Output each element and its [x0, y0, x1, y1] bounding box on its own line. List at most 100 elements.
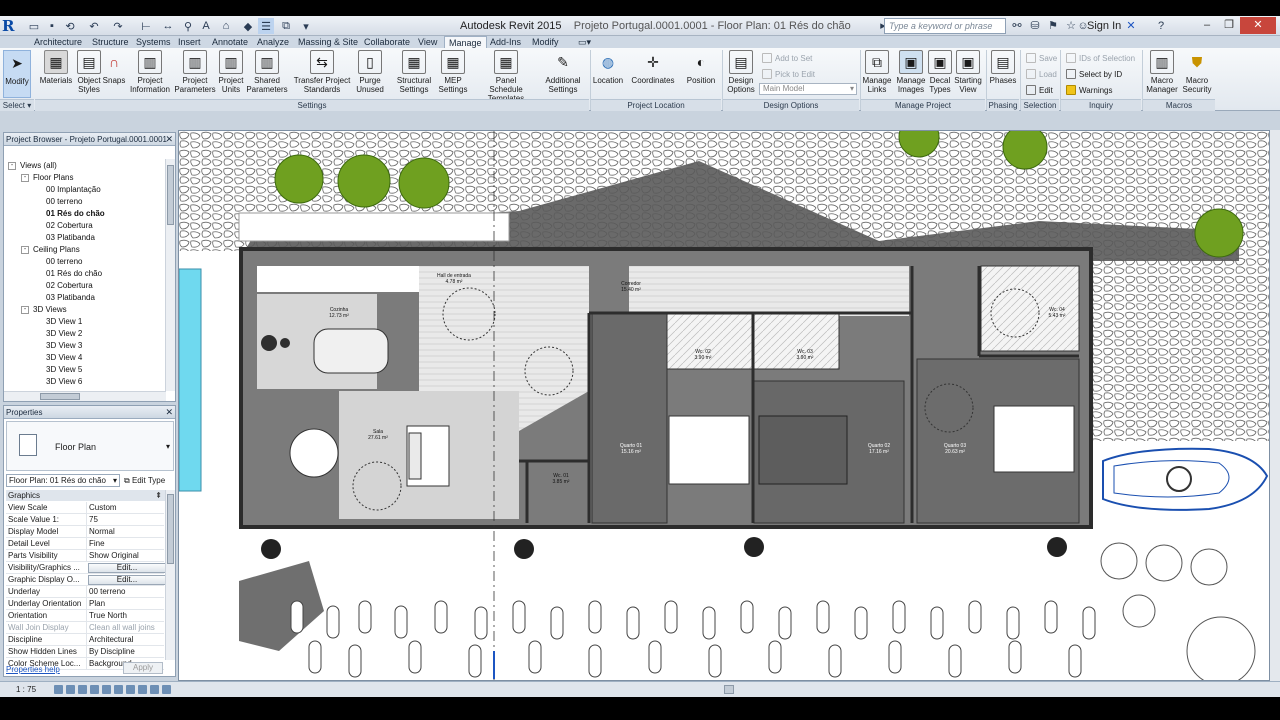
sun-path-icon[interactable] [78, 685, 87, 694]
panel-schedule-templates-button[interactable]: ▦Panel Schedule Templates [478, 50, 534, 103]
tree-item[interactable]: 3D Views [33, 305, 67, 314]
tab-systems[interactable]: Systems [132, 36, 175, 48]
property-value[interactable]: By Discipline [86, 646, 164, 658]
property-value[interactable]: Custom [86, 502, 164, 514]
manage-images-button[interactable]: ▣ Manage Images [894, 50, 928, 94]
additional-settings-button[interactable]: ✎ Additional Settings [542, 50, 584, 95]
section-icon[interactable]: ◆ [240, 18, 256, 34]
search-binoculars-icon[interactable]: ⚯ [1010, 19, 1024, 33]
select-by-id-button[interactable]: Select by ID [1066, 69, 1122, 79]
close-button[interactable]: ✕ [1240, 17, 1276, 34]
minimize-button[interactable]: – [1196, 17, 1218, 34]
phases-button[interactable]: ▤ Phases [988, 50, 1018, 85]
property-value[interactable]: Architectural [86, 634, 164, 646]
highlight-displacement-icon[interactable] [162, 685, 171, 694]
revit-logo-icon[interactable]: R [2, 17, 20, 35]
tree-collapse-icon[interactable]: - [8, 162, 16, 170]
tab-architecture[interactable]: Architecture [30, 36, 86, 48]
tab-add-ins[interactable]: Add-Ins [486, 36, 525, 48]
starting-view-button[interactable]: ▣ Starting View [953, 50, 983, 94]
load-selection-button[interactable]: Load [1026, 69, 1057, 79]
transfer-project-standards-button[interactable]: ⇆ Transfer Project Standards [290, 50, 354, 94]
property-value[interactable]: Show Original [86, 550, 164, 562]
graphics-group-header[interactable]: Graphics ⇞ [6, 490, 166, 501]
view-scale[interactable]: 1 : 75 [16, 685, 36, 694]
tree-item[interactable]: Ceiling Plans [33, 245, 80, 254]
tree-item[interactable]: 01 Rés do chão [46, 209, 105, 218]
crop-view-icon[interactable] [102, 685, 111, 694]
project-parameters-button[interactable]: ▥ Project Parameters [174, 50, 216, 94]
text-icon[interactable]: A [198, 18, 214, 34]
tree-item[interactable]: 00 Implantação [46, 185, 101, 194]
tree-item[interactable]: 3D View 3 [46, 341, 82, 350]
edit-button[interactable]: Edit... [88, 563, 166, 573]
panel-label-select[interactable]: Select ▾ [0, 99, 34, 111]
help-icon[interactable]: ? [1154, 19, 1168, 33]
tree-item[interactable]: 02 Cobertura [46, 281, 93, 290]
show-crop-icon[interactable] [114, 685, 123, 694]
3d-view-icon[interactable]: ⌂ [218, 18, 234, 34]
detail-level-icon[interactable] [54, 685, 63, 694]
restore-button[interactable]: ❐ [1218, 17, 1240, 34]
view-hscroll-thumb[interactable] [724, 685, 734, 694]
position-button[interactable]: ◐ Position [684, 50, 718, 86]
save-selection-button[interactable]: Save [1026, 53, 1057, 63]
tree-item[interactable]: 01 Rés do chão [46, 269, 102, 278]
drawing-area[interactable]: Cozinha 12.73 m² Hall de entrada 4.78 m²… [178, 130, 1270, 681]
undo-icon[interactable]: ↶ [86, 18, 102, 34]
tree-item[interactable]: 3D View 4 [46, 353, 82, 362]
tree-collapse-icon[interactable]: - [21, 306, 29, 314]
purge-unused-button[interactable]: ▯ Purge Unused [354, 50, 386, 94]
ribbon-toggle-icon[interactable]: ▭▾ [574, 36, 595, 48]
materials-button[interactable]: ▦ Materials [38, 50, 74, 85]
exchange-apps-icon[interactable]: ✕ [1124, 19, 1138, 33]
property-value[interactable]: Normal [86, 526, 164, 538]
property-value[interactable]: Fine [86, 538, 164, 550]
property-value[interactable]: Clean all wall joins [86, 622, 164, 634]
property-value[interactable]: 75 [86, 514, 164, 526]
search-input[interactable]: Type a keyword or phrase [884, 18, 1006, 34]
subscription-icon[interactable]: ⛁ [1028, 19, 1042, 33]
add-to-set-button[interactable]: Add to Set [762, 53, 812, 63]
tab-annotate[interactable]: Annotate [208, 36, 252, 48]
object-styles-button[interactable]: ▤ Object Styles [74, 50, 104, 94]
tree-collapse-icon[interactable]: - [21, 246, 29, 254]
property-value[interactable]: True North [86, 610, 164, 622]
modify-button[interactable]: ➤ Modify [3, 50, 31, 98]
tab-manage[interactable]: Manage [444, 36, 487, 48]
type-selector[interactable]: Floor Plan ▾ [6, 421, 174, 471]
location-button[interactable]: ◍ Location [592, 50, 624, 86]
tree-collapse-icon[interactable]: - [21, 174, 29, 182]
tab-view[interactable]: View [414, 36, 441, 48]
switch-windows-icon[interactable]: ▾ [298, 18, 314, 34]
tree-item[interactable]: 3D View 1 [46, 317, 82, 326]
property-value[interactable]: 00 terreno [86, 586, 164, 598]
close-hidden-icon[interactable]: ⧉ [278, 18, 294, 34]
tree-item[interactable]: Views (all) [20, 161, 57, 170]
project-units-button[interactable]: ▥ Project Units [216, 50, 246, 94]
structural-settings-button[interactable]: ▦ Structural Settings [394, 50, 434, 94]
ids-of-selection-button[interactable]: IDs of Selection [1066, 53, 1135, 63]
tree-item[interactable]: 3D View 5 [46, 365, 82, 374]
properties-help-link[interactable]: Properties help [6, 665, 60, 674]
project-browser-vscroll[interactable] [165, 159, 175, 391]
snaps-button[interactable]: ∩ Snaps [102, 50, 126, 86]
active-design-option-select[interactable]: Main Model ▾ [759, 83, 857, 95]
decal-types-button[interactable]: ▣ Decal Types [928, 50, 952, 94]
project-browser-hscroll[interactable] [4, 391, 166, 401]
tag-icon[interactable]: ⚲ [180, 18, 196, 34]
tree-item[interactable]: 00 terreno [46, 257, 82, 266]
tree-item[interactable]: 03 Platibanda [46, 233, 95, 242]
tab-modify[interactable]: Modify [528, 36, 563, 48]
property-value[interactable]: Plan [86, 598, 164, 610]
pick-to-edit-button[interactable]: Pick to Edit [762, 69, 815, 79]
dimension-icon[interactable]: ↔ [160, 18, 176, 34]
tree-item[interactable]: 3D View 2 [46, 329, 82, 338]
warnings-button[interactable]: Warnings [1066, 85, 1113, 95]
communication-icon[interactable]: ⚑ [1046, 19, 1060, 33]
instance-view-select[interactable]: Floor Plan: 01 Rés do chão ▾ [6, 474, 120, 487]
temporary-hide-icon[interactable] [126, 685, 135, 694]
tab-collaborate[interactable]: Collaborate [360, 36, 414, 48]
close-icon[interactable]: ✕ [165, 406, 173, 419]
tree-item[interactable]: Floor Plans [33, 173, 73, 182]
